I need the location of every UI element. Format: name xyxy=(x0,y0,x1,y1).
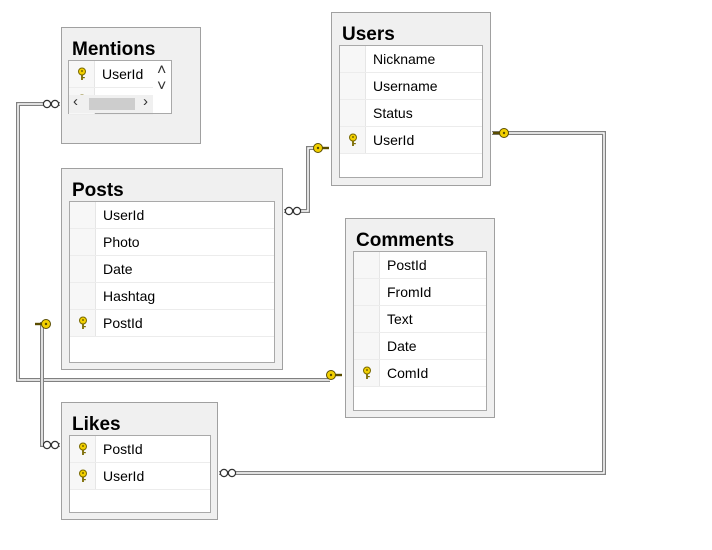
scroll-right-icon[interactable]: › xyxy=(143,94,148,109)
row-selector xyxy=(340,100,366,126)
column-grid[interactable]: Nickname Username Status UserId xyxy=(339,45,483,178)
row-selector xyxy=(340,73,366,99)
row-selector xyxy=(354,333,380,359)
row-selector xyxy=(70,283,96,309)
row-selector xyxy=(70,229,96,255)
table-title: Mentions xyxy=(72,39,156,60)
one-end-key-icon xyxy=(313,143,329,153)
one-end-key-icon xyxy=(326,370,342,380)
column-name: PostId xyxy=(103,315,143,331)
column-row[interactable]: FromId xyxy=(354,279,486,306)
column-row[interactable]: UserId xyxy=(70,463,210,490)
many-end-icon xyxy=(284,206,302,216)
many-end-icon xyxy=(219,468,237,478)
relationship-line-inner xyxy=(284,147,318,212)
column-grid[interactable]: PostId FromId Text Date ComId xyxy=(353,251,487,411)
primary-key-icon xyxy=(70,310,96,336)
primary-key-icon xyxy=(70,463,96,489)
column-row[interactable]: UserId xyxy=(340,127,482,154)
column-name: PostId xyxy=(387,257,427,273)
many-end-icon xyxy=(42,440,60,450)
table-title: Users xyxy=(342,24,395,45)
column-row[interactable]: Text xyxy=(354,306,486,333)
column-name: UserId xyxy=(373,132,415,148)
row-selector xyxy=(70,202,96,228)
column-row[interactable]: PostId xyxy=(70,436,210,463)
column-row[interactable]: Nickname xyxy=(340,46,482,73)
column-row[interactable]: Date xyxy=(70,256,274,283)
column-name: Nickname xyxy=(373,51,436,67)
diagram-canvas: MentionsUserIdComId˄˅‹›UsersNicknameUser… xyxy=(0,0,712,550)
column-row[interactable]: Username xyxy=(340,73,482,100)
column-name: Username xyxy=(373,78,438,94)
column-grid[interactable]: UserId Photo Date Hashtag PostId xyxy=(69,201,275,363)
column-name: Date xyxy=(103,261,133,277)
column-row[interactable]: ComId xyxy=(354,360,486,387)
one-end-key-icon xyxy=(493,128,509,138)
scroll-thumb[interactable] xyxy=(89,98,135,110)
column-row[interactable]: UserId xyxy=(70,202,274,229)
table-title: Likes xyxy=(72,414,121,435)
column-name: Date xyxy=(387,338,417,354)
column-name: UserId xyxy=(102,66,144,82)
primary-key-icon xyxy=(340,127,366,153)
horizontal-scrollbar[interactable]: ‹ › xyxy=(69,94,153,113)
one-end-key-icon xyxy=(35,319,51,329)
column-name: FromId xyxy=(387,284,432,300)
column-row[interactable]: Status xyxy=(340,100,482,127)
column-name: Text xyxy=(387,311,413,327)
scroll-down-icon[interactable]: ˅ xyxy=(157,79,166,95)
many-end-icon xyxy=(42,99,60,109)
column-name: UserId xyxy=(103,468,145,484)
row-selector xyxy=(340,46,366,72)
column-name: Photo xyxy=(103,234,140,250)
column-row[interactable]: Date xyxy=(354,333,486,360)
row-selector xyxy=(354,306,380,332)
relationship-line[interactable] xyxy=(284,146,318,213)
column-name: Status xyxy=(373,105,413,121)
primary-key-icon xyxy=(70,436,96,462)
column-row[interactable]: PostId xyxy=(70,310,274,337)
relationship-line[interactable] xyxy=(40,322,60,447)
primary-key-icon xyxy=(69,61,95,87)
scroll-up-icon[interactable]: ˄ xyxy=(157,63,166,79)
relationship-line-inner xyxy=(41,323,60,446)
scroll-left-icon[interactable]: ‹ xyxy=(73,94,78,109)
row-selector xyxy=(354,252,380,278)
column-grid[interactable]: PostId UserId xyxy=(69,435,211,513)
row-selector xyxy=(354,279,380,305)
column-name: UserId xyxy=(103,207,145,223)
column-name: Hashtag xyxy=(103,288,156,304)
primary-key-icon xyxy=(354,360,380,386)
column-row[interactable]: Hashtag xyxy=(70,283,274,310)
column-name: ComId xyxy=(387,365,429,381)
vertical-scrollbar[interactable]: ˄ ˅ xyxy=(153,61,171,95)
column-grid[interactable]: UserIdComId˄˅‹› xyxy=(68,60,172,115)
column-row[interactable]: Photo xyxy=(70,229,274,256)
column-row[interactable]: UserId xyxy=(69,61,153,88)
table-title: Posts xyxy=(72,180,124,201)
column-name: PostId xyxy=(103,441,143,457)
table-title: Comments xyxy=(356,230,455,251)
row-selector xyxy=(70,256,96,282)
column-row[interactable]: PostId xyxy=(354,252,486,279)
